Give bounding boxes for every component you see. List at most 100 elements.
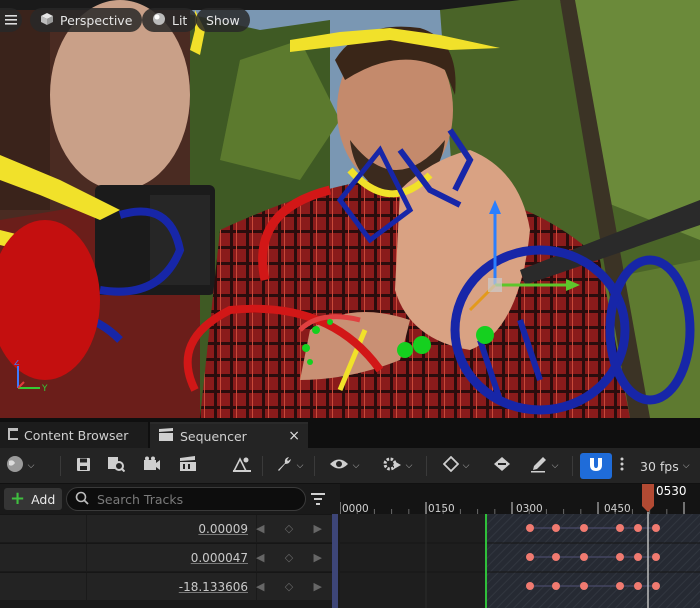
tools-menu-button[interactable]: ⌵ bbox=[270, 455, 308, 477]
keyframe bbox=[552, 524, 560, 532]
previous-key-icon[interactable]: ◀ bbox=[256, 551, 264, 564]
filter-icon[interactable] bbox=[310, 491, 326, 510]
previous-key-icon[interactable]: ◀ bbox=[256, 522, 264, 535]
add-key-diamond-icon[interactable]: ◇ bbox=[285, 522, 293, 535]
toolbar-separator bbox=[314, 456, 315, 476]
keyframe bbox=[526, 524, 534, 532]
tick-label: 0150 bbox=[428, 503, 455, 515]
wrench-icon bbox=[275, 455, 293, 477]
find-in-content-browser-button[interactable] bbox=[104, 455, 128, 477]
toolbar-separator bbox=[262, 456, 263, 476]
render-movie-icon bbox=[143, 456, 161, 476]
perspective-label: Perspective bbox=[60, 12, 133, 28]
add-track-button[interactable]: + Add bbox=[4, 488, 62, 510]
view-options-button[interactable]: ⌵ bbox=[322, 455, 366, 477]
sequencer-editor-window: Perspective Lit Show Z Y Content Browser bbox=[0, 0, 700, 608]
frame-rate-value: 30 fps bbox=[640, 458, 679, 474]
axis-orientation-gizmo: Z Y bbox=[14, 360, 48, 394]
keyframe-add-icon bbox=[493, 456, 511, 476]
key-navigation: ◀ ◇ ▶ bbox=[256, 580, 322, 593]
search-tracks-field[interactable] bbox=[66, 487, 306, 511]
search-icon bbox=[75, 490, 89, 509]
find-in-browser-icon bbox=[107, 456, 126, 476]
playback-options-button[interactable]: ⌵ bbox=[376, 455, 418, 477]
track-outliner: + Add 0.00009 ◀ ◇ ▶ 0.000047 bbox=[0, 484, 340, 608]
close-tab-icon[interactable]: × bbox=[288, 428, 300, 444]
content-browser-icon bbox=[8, 427, 18, 443]
toolbar-separator bbox=[426, 456, 427, 476]
more-vert-icon bbox=[620, 457, 624, 475]
keyframe bbox=[580, 582, 588, 590]
eye-icon bbox=[329, 457, 349, 475]
toolbar-separator bbox=[60, 456, 61, 476]
key-navigation: ◀ ◇ ▶ bbox=[256, 551, 322, 564]
world-sphere-icon bbox=[6, 455, 24, 477]
next-key-icon[interactable]: ▶ bbox=[314, 580, 322, 593]
add-key-diamond-icon[interactable]: ◇ bbox=[285, 551, 293, 564]
tick-label: 0000 bbox=[342, 503, 369, 515]
toolbar-separator bbox=[572, 456, 573, 476]
column-divider bbox=[86, 515, 87, 543]
world-settings-button[interactable]: ⌵ bbox=[2, 455, 38, 477]
tick-label: 0450 bbox=[604, 503, 631, 515]
cube-icon bbox=[40, 12, 54, 29]
axis-y-label: Y bbox=[41, 384, 48, 394]
keyframe bbox=[580, 553, 588, 561]
show-flags-button[interactable]: Show bbox=[196, 8, 250, 32]
tab-sequencer-label: Sequencer bbox=[180, 428, 247, 444]
hamburger-menu-icon bbox=[5, 13, 17, 28]
track-row[interactable]: 0.00009 ◀ ◇ ▶ bbox=[0, 514, 332, 543]
clapper-icon bbox=[179, 456, 197, 476]
search-tracks-input[interactable] bbox=[97, 491, 297, 507]
tab-content-browser[interactable]: Content Browser bbox=[0, 422, 148, 448]
track-scroll-strip[interactable] bbox=[332, 514, 338, 608]
keyframe bbox=[616, 582, 624, 590]
tab-sequencer[interactable]: Sequencer × bbox=[150, 422, 308, 448]
track-value[interactable]: 0.00009 bbox=[198, 522, 248, 536]
cinematics-icon bbox=[232, 455, 252, 477]
column-divider bbox=[86, 544, 87, 572]
level-viewport[interactable]: Perspective Lit Show Z Y bbox=[0, 0, 700, 418]
add-key-diamond-icon[interactable]: ◇ bbox=[285, 580, 293, 593]
show-label: Show bbox=[206, 12, 240, 28]
track-value[interactable]: -18.133606 bbox=[179, 580, 248, 594]
snap-options-menu-button[interactable] bbox=[614, 455, 630, 477]
next-key-icon[interactable]: ▶ bbox=[314, 551, 322, 564]
keyframe bbox=[652, 582, 660, 590]
sequencer-toolbar: ⌵ ⌵ ⌵ ⌵ ⌵ ⌵ 30 fps ⌵ bbox=[0, 448, 700, 484]
keyframe bbox=[634, 524, 642, 532]
save-button[interactable] bbox=[72, 455, 94, 477]
frame-rate-dropdown[interactable]: 30 fps ⌵ bbox=[640, 455, 700, 477]
add-key-button[interactable] bbox=[490, 455, 514, 477]
pen-icon bbox=[530, 455, 548, 477]
keyframe bbox=[634, 582, 642, 590]
create-camera-cut-button[interactable] bbox=[176, 455, 200, 477]
panel-tab-bar: Content Browser Sequencer × bbox=[0, 418, 700, 448]
timeline-area[interactable]: 0000 0150 0300 0450 0530 bbox=[340, 484, 700, 608]
tick-label: 0300 bbox=[516, 503, 543, 515]
keyframe bbox=[526, 582, 534, 590]
previous-key-icon[interactable]: ◀ bbox=[256, 580, 264, 593]
chevron-down-icon: ⌵ bbox=[682, 461, 690, 471]
view-mode-lit-button[interactable]: Lit bbox=[142, 8, 198, 32]
playhead-handle bbox=[642, 484, 654, 512]
tab-content-browser-label: Content Browser bbox=[24, 427, 129, 443]
key-options-button[interactable]: ⌵ bbox=[434, 455, 478, 477]
sequencer-clapper-icon bbox=[158, 427, 174, 445]
track-row[interactable]: 0.000047 ◀ ◇ ▶ bbox=[0, 543, 332, 572]
perspective-view-button[interactable]: Perspective bbox=[30, 8, 143, 32]
snap-magnet-icon bbox=[588, 456, 604, 476]
lit-label: Lit bbox=[172, 12, 188, 28]
lit-sphere-icon bbox=[152, 12, 166, 29]
add-track-label: Add bbox=[31, 491, 56, 507]
keyframe bbox=[552, 553, 560, 561]
cinematics-button[interactable] bbox=[230, 455, 254, 477]
playhead-frame-label: 0530 bbox=[656, 484, 687, 498]
track-row[interactable]: -18.133606 ◀ ◇ ▶ bbox=[0, 572, 332, 601]
track-value[interactable]: 0.000047 bbox=[191, 551, 248, 565]
snap-toggle-button[interactable] bbox=[580, 453, 612, 479]
next-key-icon[interactable]: ▶ bbox=[314, 522, 322, 535]
edit-tools-button[interactable]: ⌵ bbox=[522, 455, 566, 477]
keyframe bbox=[616, 553, 624, 561]
render-movie-button[interactable] bbox=[140, 455, 164, 477]
